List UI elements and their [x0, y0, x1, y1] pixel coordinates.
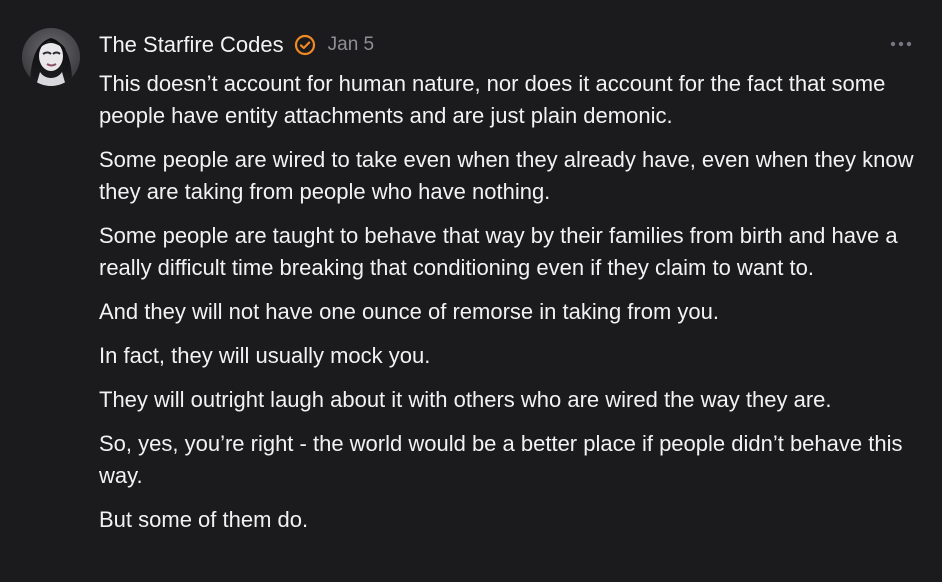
author-name[interactable]: The Starfire Codes: [99, 30, 284, 60]
comment-paragraph: So, yes, you’re right - the world would …: [99, 431, 903, 488]
comment-paragraph: In fact, they will usually mock you.: [99, 343, 431, 368]
comment-paragraph: This doesn’t account for human nature, n…: [99, 71, 886, 128]
comment-paragraph: And they will not have one ounce of remo…: [99, 299, 720, 324]
comment-header: The Starfire Codes Jan 5: [99, 30, 374, 60]
more-horizontal-icon: [890, 34, 912, 52]
verified-badge-icon: [294, 34, 316, 56]
comment-body: This doesn’t account for human nature, n…: [99, 68, 929, 548]
comment-paragraph: Some people are wired to take even when …: [99, 147, 914, 204]
avatar[interactable]: [22, 28, 80, 86]
comment-paragraph: They will outright laugh about it with o…: [99, 387, 832, 412]
more-options-button[interactable]: [888, 36, 914, 50]
comment-card: The Starfire Codes Jan 5 This doesn’t ac…: [0, 0, 942, 582]
comment-paragraph: But some of them do.: [99, 507, 309, 532]
comment-paragraph: Some people are taught to behave that wa…: [99, 223, 898, 280]
comment-date[interactable]: Jan 5: [328, 30, 374, 60]
